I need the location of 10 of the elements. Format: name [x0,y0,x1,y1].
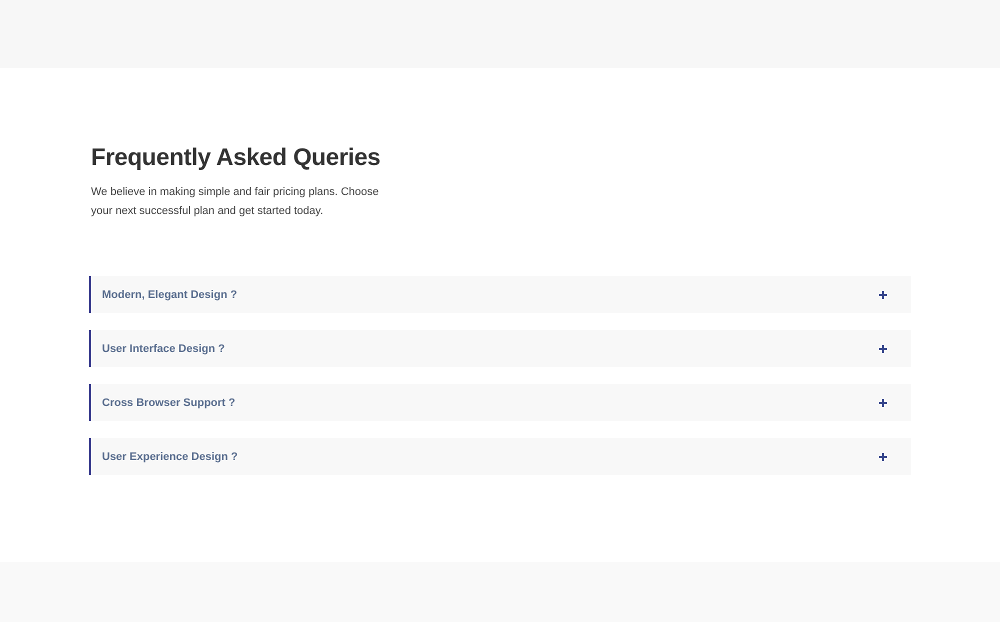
accordion-item[interactable]: User Interface Design ? [89,330,911,367]
plus-icon [879,344,887,352]
accordion-item[interactable]: User Experience Design ? [89,438,911,475]
accordion-item[interactable]: Modern, Elegant Design ? [89,276,911,313]
plus-icon [879,290,887,298]
plus-icon [879,452,887,460]
plus-icon [879,398,887,406]
section-title: Frequently Asked Queries [91,143,382,173]
accordion-item[interactable]: Cross Browser Support ? [89,384,911,421]
section-description: We believe in making simple and fair pricing plans. Choose your next successful plan and get started today. [91,185,380,219]
